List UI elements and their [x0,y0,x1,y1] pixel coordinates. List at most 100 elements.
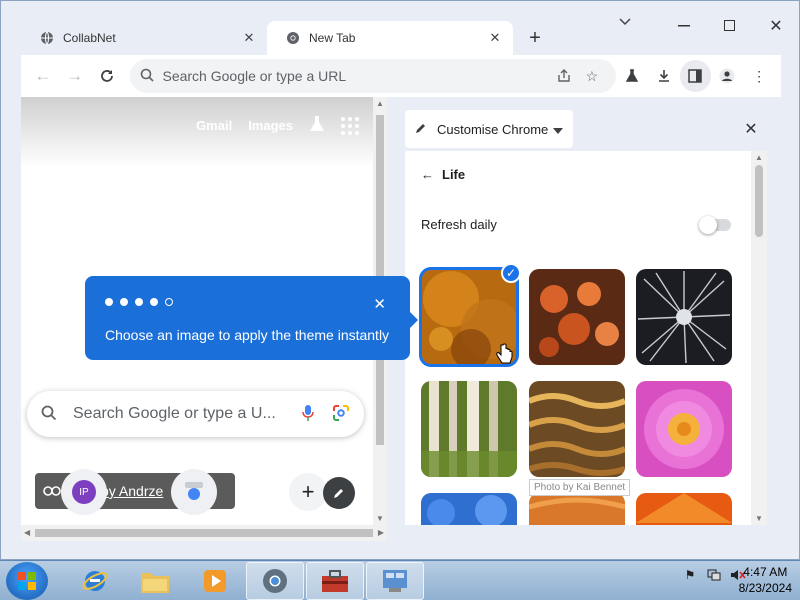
side-panel-icon[interactable] [679,60,712,92]
internet-explorer-icon[interactable] [66,562,124,600]
shortcut-tile[interactable]: IP [61,469,107,515]
control-panel-icon[interactable] [366,561,424,600]
scroll-thumb[interactable] [35,529,373,537]
category-label: Life [442,167,466,182]
theme-tile-dark-burst[interactable] [636,269,732,365]
theme-tile-golden-water[interactable] [529,381,625,477]
theme-tile-orange-dunes[interactable] [529,493,625,525]
tutorial-callout: Choose an image to apply the theme insta… [85,276,418,360]
network-icon[interactable] [706,567,722,583]
step-dot [120,298,128,306]
selected-check-icon: ✓ [501,263,521,283]
minimize-button[interactable] [661,1,707,51]
profile-icon[interactable] [711,60,743,92]
system-clock[interactable]: 4:47 AM 8/23/2024 [739,564,792,596]
scroll-left-icon[interactable]: ◀ [24,528,30,537]
theme-tile-birch-trees[interactable] [421,381,517,477]
theme-tile-orange-petals[interactable] [636,493,732,525]
step-dot [165,298,173,306]
dropdown-caret-icon [553,122,563,137]
refresh-daily-toggle[interactable] [699,215,731,234]
forward-button[interactable]: → [59,60,91,92]
tab-title: New Tab [309,31,356,45]
callout-close-icon[interactable]: ✕ [373,295,386,313]
labs-flask-icon[interactable] [616,60,648,92]
tab-new-tab[interactable]: New Tab ✕ [267,21,513,55]
add-shortcut-button[interactable]: + [289,473,327,511]
scroll-right-icon[interactable]: ▶ [378,528,384,537]
refresh-daily-label: Refresh daily [421,217,497,232]
shortcut-tile[interactable] [171,469,217,515]
scroll-up-icon[interactable]: ▲ [755,153,763,162]
tab-title: CollabNet [63,31,116,45]
toolbox-icon[interactable] [306,561,364,600]
file-explorer-icon[interactable] [126,562,184,600]
photo-credit-tooltip: Photo by Kai Bennet [529,479,631,496]
menu-kebab-icon[interactable]: ⋮ [743,60,775,92]
theme-tile-pink-dahlia[interactable] [636,381,732,477]
maximize-button[interactable] [707,1,753,51]
header-links: Gmail Images [196,115,359,136]
back-to-categories-button[interactable]: ← Life [421,167,465,182]
omnibox-placeholder: Search Google or type a URL [162,68,347,84]
taskbar: ⚑ 4:47 AM 8/23/2024 [0,560,800,600]
avatar: IP [72,480,96,504]
lens-search-icon[interactable] [332,404,350,425]
browser-window: CollabNet ✕ New Tab ✕ + ✕ ← → Search Goo… [0,0,800,560]
side-panel-header: Customise Chrome ✕ [405,109,767,149]
chrome-icon [285,30,301,46]
flag-icon[interactable]: ⚑ [682,567,698,583]
gmail-link[interactable]: Gmail [196,118,232,133]
scroll-thumb[interactable] [755,165,763,237]
bookmark-star-icon[interactable]: ☆ [578,62,606,90]
step-indicator [105,298,173,306]
clock-date: 8/23/2024 [738,581,792,595]
scroll-up-icon[interactable]: ▲ [376,99,384,108]
scroll-down-icon[interactable]: ▼ [376,514,384,523]
step-dot [150,298,158,306]
chrome-taskbar-icon[interactable] [246,561,304,600]
page-horizontal-scrollbar[interactable]: ◀ ▶ [21,525,387,541]
customize-pencil-button[interactable] [323,477,355,509]
reload-button[interactable] [91,60,123,92]
download-icon[interactable] [648,60,680,92]
apps-grid-icon[interactable] [341,116,359,135]
search-icon [140,68,155,85]
globe-icon [39,30,55,46]
share-icon[interactable] [550,62,578,90]
tab-strip: CollabNet ✕ New Tab ✕ + [21,21,549,55]
theme-tile-blue-ice[interactable] [421,493,517,525]
ntp-search-box[interactable]: Search Google or type a U... [27,391,364,437]
voice-search-icon[interactable] [302,404,314,425]
window-controls: ✕ [661,1,799,51]
pencil-icon [415,122,427,137]
clock-time: 4:47 AM [743,565,788,579]
scroll-down-icon[interactable]: ▼ [755,514,763,523]
tab-collabnet[interactable]: CollabNet ✕ [21,21,267,55]
search-icon [41,405,57,424]
start-button[interactable] [6,561,48,600]
customise-side-panel: Customise Chrome ✕ ← Life Refresh daily [391,97,781,541]
new-tab-button[interactable]: + [521,24,549,52]
side-panel-scrollbar[interactable]: ▲ ▼ [751,151,767,525]
arrow-left-icon: ← [421,167,434,182]
link-icon [43,483,61,499]
images-link[interactable]: Images [248,118,293,133]
back-button[interactable]: ← [27,60,59,92]
tab-close-icon[interactable]: ✕ [487,30,503,46]
side-panel-selector[interactable]: Customise Chrome [405,110,573,148]
media-player-icon[interactable] [186,562,244,600]
close-side-panel-button[interactable]: ✕ [735,109,767,149]
step-dot [135,298,143,306]
callout-text: Choose an image to apply the theme insta… [105,327,390,343]
tab-search-chevron-icon[interactable] [619,15,631,29]
side-panel-title: Customise Chrome [437,121,549,137]
tab-close-icon[interactable]: ✕ [241,30,257,46]
omnibox[interactable]: Search Google or type a URL ☆ [130,59,616,93]
attribution-text[interactable]: by Andrze [101,483,163,499]
theme-tile-orange-coral[interactable] [529,269,625,365]
toolbar: ← → Search Google or type a URL ☆ ⋮ [21,55,781,97]
close-window-button[interactable]: ✕ [753,1,799,51]
hand-cursor-icon [496,343,513,364]
labs-flask-icon[interactable] [309,115,325,136]
